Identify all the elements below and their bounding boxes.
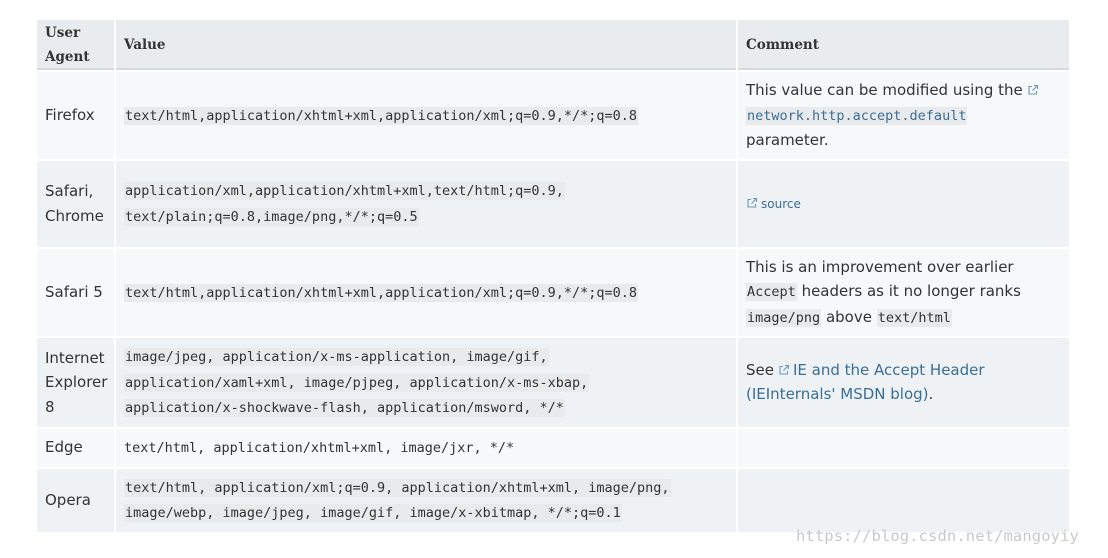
accept-value: application/xml,application/xhtml+xml,te…: [124, 182, 565, 200]
inline-code: text/html: [876, 308, 952, 327]
comment-text: This is an improvement over earlier: [746, 257, 1014, 276]
external-link-icon: [1028, 84, 1038, 95]
user-agent-cell: Edge: [35, 426, 116, 469]
value-cell: text/html, application/xhtml+xml, image/…: [114, 426, 738, 469]
comment-text: This value can be modified using the: [746, 81, 1023, 99]
user-agent-cell: Opera: [35, 466, 116, 534]
table-row: Opera text/html, application/xml;q=0.9, …: [35, 466, 1071, 534]
accept-value: text/plain;q=0.8,image/png,*/*;q=0.5: [124, 207, 419, 226]
pref-link[interactable]: network.http.accept.default: [746, 106, 968, 125]
watermark: https://blog.csdn.net/mangoyiy: [796, 527, 1079, 545]
value-cell: text/html,application/xhtml+xml,applicat…: [114, 246, 738, 338]
accept-value: image/jpeg, application/x-ms-application…: [124, 348, 549, 366]
comment-cell: See IE and the Accept Header (IEInternals'…: [736, 336, 1071, 429]
comment-cell: [736, 426, 1071, 469]
comment-text: headers as it no longer ranks: [801, 282, 1021, 300]
comment-text: .: [928, 385, 934, 404]
accept-value: text/html, application/xhtml+xml, image/…: [124, 439, 515, 456]
value-cell: image/jpeg, application/x-ms-application…: [114, 336, 738, 429]
user-agent-cell: Firefox: [35, 70, 116, 161]
inline-code: image/png: [746, 308, 822, 327]
comment-text: See: [746, 360, 774, 379]
accept-value: image/webp, image/jpeg, image/gif, image…: [124, 504, 622, 522]
comment-cell: source: [736, 158, 1071, 249]
user-agent-cell: Safari, Chrome: [35, 158, 116, 249]
table-row: Firefox text/html,application/xhtml+xml,…: [35, 70, 1071, 161]
table-header-row: User Agent Value Comment: [35, 18, 1071, 72]
value-cell: application/xml,application/xhtml+xml,te…: [114, 158, 738, 249]
header-user-agent: User Agent: [35, 18, 116, 72]
header-comment: Comment: [736, 18, 1071, 72]
table-row: Safari 5 text/html,application/xhtml+xml…: [35, 246, 1071, 338]
user-agent-cell: Internet Explorer 8: [35, 336, 116, 429]
accept-value: application/x-shockwave-flash, applicati…: [124, 399, 565, 417]
ie-accept-header-link[interactable]: IE and the Accept Header: [793, 361, 985, 379]
comment-cell: [736, 466, 1071, 534]
user-agent-cell: Safari 5: [35, 246, 116, 338]
accept-value: application/xaml+xml, image/pjpeg, appli…: [124, 373, 590, 392]
table-row: Safari, Chrome application/xml,applicati…: [35, 158, 1071, 249]
user-agent-accept-table: User Agent Value Comment Firefox text/ht…: [35, 18, 1071, 534]
external-link-icon: [747, 197, 758, 208]
comment-text: above: [825, 307, 872, 326]
comment-text: parameter.: [746, 131, 829, 149]
ieinternals-blog-link[interactable]: (IEInternals' MSDN blog): [746, 385, 929, 403]
accept-value: text/html,application/xhtml+xml,applicat…: [124, 106, 639, 125]
accept-value: text/html, application/xml;q=0.9, applic…: [124, 478, 671, 497]
value-cell: text/html, application/xml;q=0.9, applic…: [114, 466, 738, 534]
source-link[interactable]: source: [746, 197, 801, 211]
accept-value: text/html,application/xhtml+xml,applicat…: [124, 283, 639, 302]
header-value: Value: [114, 18, 738, 72]
inline-code: Accept: [746, 283, 797, 301]
value-cell: text/html,application/xhtml+xml,applicat…: [114, 70, 738, 161]
table-row: Internet Explorer 8 image/jpeg, applicat…: [35, 336, 1071, 429]
table-row: Edge text/html, application/xhtml+xml, i…: [35, 426, 1071, 469]
source-link-label: source: [761, 196, 801, 211]
comment-cell: This value can be modified using the netw…: [736, 70, 1071, 161]
external-link-icon: [779, 364, 790, 375]
comment-cell: This is an improvement over earlier Accep…: [736, 246, 1071, 338]
